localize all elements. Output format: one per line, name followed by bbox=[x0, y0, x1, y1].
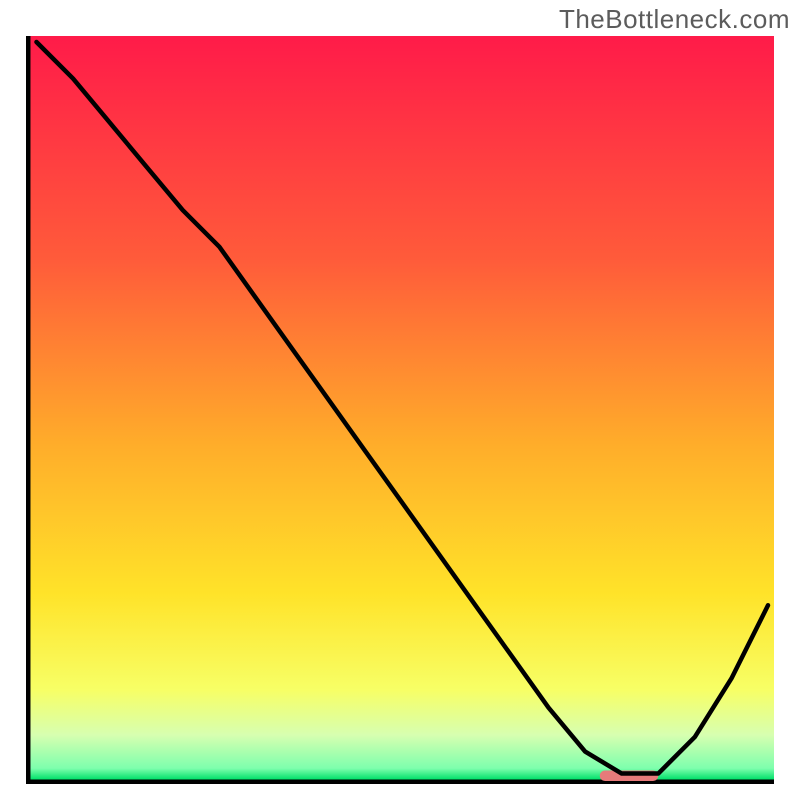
plot-area bbox=[26, 36, 774, 784]
branding-label: TheBottleneck.com bbox=[559, 4, 790, 35]
gradient-field bbox=[30, 36, 774, 780]
bottleneck-chart bbox=[26, 36, 774, 784]
chart-stage: TheBottleneck.com bbox=[0, 0, 800, 800]
